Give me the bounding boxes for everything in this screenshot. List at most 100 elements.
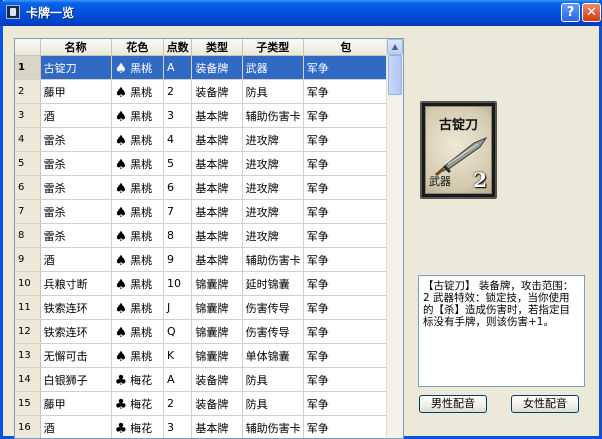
card-name-cell[interactable]: 白银狮子 (40, 367, 112, 392)
col-header-type[interactable]: 类型 (191, 39, 243, 56)
pack-cell[interactable]: 军争 (303, 343, 390, 368)
subtype-cell[interactable]: 进攻牌 (242, 127, 304, 152)
subtype-cell[interactable]: 防具 (242, 367, 304, 392)
subtype-cell[interactable]: 防具 (242, 79, 304, 104)
card-name-cell[interactable]: 无懈可击 (40, 343, 112, 368)
row-index[interactable]: 12 (15, 319, 41, 344)
type-cell[interactable]: 装备牌 (191, 367, 243, 392)
table-row[interactable]: 12 铁索连环 ♠ 黑桃 Q 锦囊牌 伤害传导 军争 (15, 319, 390, 344)
table-row[interactable]: 8 雷杀 ♠ 黑桃 8 基本牌 进攻牌 军争 (15, 223, 390, 248)
row-index[interactable]: 13 (15, 343, 41, 368)
type-cell[interactable]: 基本牌 (191, 223, 243, 248)
table-row[interactable]: 11 铁索连环 ♠ 黑桃 J 锦囊牌 伤害传导 军争 (15, 295, 390, 320)
suit-cell[interactable]: ♠ 黑桃 (111, 79, 165, 104)
table-row[interactable]: 7 雷杀 ♠ 黑桃 7 基本牌 进攻牌 军争 (15, 199, 390, 224)
point-cell[interactable]: K (163, 343, 193, 368)
subtype-cell[interactable]: 进攻牌 (242, 151, 304, 176)
row-index[interactable]: 8 (15, 223, 41, 248)
table-row[interactable]: 1 古锭刀 ♠ 黑桃 A 装备牌 武器 军争 (15, 55, 390, 80)
pack-cell[interactable]: 军争 (303, 223, 390, 248)
suit-cell[interactable]: ♠ 黑桃 (111, 55, 165, 80)
table-scrollbar[interactable]: ▲ (386, 39, 403, 438)
scroll-up-button[interactable]: ▲ (387, 39, 403, 55)
row-index[interactable]: 4 (15, 127, 41, 152)
suit-cell[interactable]: ♠ 黑桃 (111, 271, 165, 296)
point-cell[interactable]: 5 (163, 151, 193, 176)
card-name-cell[interactable]: 酒 (40, 415, 112, 438)
suit-cell[interactable]: ♠ 黑桃 (111, 103, 165, 128)
card-name-cell[interactable]: 酒 (40, 103, 112, 128)
type-cell[interactable]: 锦囊牌 (191, 271, 243, 296)
suit-cell[interactable]: ♠ 黑桃 (111, 127, 165, 152)
row-index[interactable]: 1 (15, 55, 41, 80)
card-name-cell[interactable]: 雷杀 (40, 223, 112, 248)
subtype-cell[interactable]: 防具 (242, 391, 304, 416)
subtype-cell[interactable]: 武器 (242, 55, 304, 80)
point-cell[interactable]: Q (163, 319, 193, 344)
row-index[interactable]: 9 (15, 247, 41, 272)
help-button[interactable]: ? (561, 3, 580, 22)
point-cell[interactable]: 3 (163, 103, 193, 128)
pack-cell[interactable]: 军争 (303, 295, 390, 320)
suit-cell[interactable]: ♣ 梅花 (111, 415, 165, 438)
subtype-cell[interactable]: 延时锦囊 (242, 271, 304, 296)
type-cell[interactable]: 锦囊牌 (191, 295, 243, 320)
type-cell[interactable]: 基本牌 (191, 151, 243, 176)
subtype-cell[interactable]: 辅助伤害卡 (242, 103, 304, 128)
suit-cell[interactable]: ♠ 黑桃 (111, 151, 165, 176)
female-voice-button[interactable]: 女性配音 (511, 395, 579, 413)
pack-cell[interactable]: 军争 (303, 79, 390, 104)
col-header-pack[interactable]: 包 (303, 39, 390, 56)
point-cell[interactable]: 3 (163, 415, 193, 438)
card-name-cell[interactable]: 雷杀 (40, 127, 112, 152)
close-button[interactable]: ✕ (582, 3, 601, 22)
pack-cell[interactable]: 军争 (303, 151, 390, 176)
table-row[interactable]: 4 雷杀 ♠ 黑桃 4 基本牌 进攻牌 军争 (15, 127, 390, 152)
suit-cell[interactable]: ♠ 黑桃 (111, 319, 165, 344)
col-header-subtype[interactable]: 子类型 (242, 39, 304, 56)
pack-cell[interactable]: 军争 (303, 367, 390, 392)
table-row[interactable]: 9 酒 ♠ 黑桃 9 基本牌 辅助伤害卡 军争 (15, 247, 390, 272)
card-name-cell[interactable]: 兵粮寸断 (40, 271, 112, 296)
type-cell[interactable]: 基本牌 (191, 247, 243, 272)
point-cell[interactable]: J (163, 295, 193, 320)
point-cell[interactable]: 10 (163, 271, 193, 296)
suit-cell[interactable]: ♠ 黑桃 (111, 295, 165, 320)
col-header-name[interactable]: 名称 (40, 39, 112, 56)
type-cell[interactable]: 基本牌 (191, 415, 243, 438)
point-cell[interactable]: 8 (163, 223, 193, 248)
pack-cell[interactable]: 军争 (303, 271, 390, 296)
suit-cell[interactable]: ♣ 梅花 (111, 367, 165, 392)
card-name-cell[interactable]: 铁索连环 (40, 295, 112, 320)
suit-cell[interactable]: ♠ 黑桃 (111, 247, 165, 272)
card-name-cell[interactable]: 藤甲 (40, 391, 112, 416)
subtype-cell[interactable]: 进攻牌 (242, 223, 304, 248)
table-row[interactable]: 6 雷杀 ♠ 黑桃 6 基本牌 进攻牌 军争 (15, 175, 390, 200)
type-cell[interactable]: 锦囊牌 (191, 319, 243, 344)
card-name-cell[interactable]: 雷杀 (40, 151, 112, 176)
suit-cell[interactable]: ♠ 黑桃 (111, 175, 165, 200)
point-cell[interactable]: A (163, 367, 193, 392)
suit-cell[interactable]: ♠ 黑桃 (111, 343, 165, 368)
male-voice-button[interactable]: 男性配音 (419, 395, 487, 413)
pack-cell[interactable]: 军争 (303, 175, 390, 200)
card-name-cell[interactable]: 雷杀 (40, 175, 112, 200)
card-name-cell[interactable]: 雷杀 (40, 199, 112, 224)
type-cell[interactable]: 锦囊牌 (191, 343, 243, 368)
row-index[interactable]: 5 (15, 151, 41, 176)
type-cell[interactable]: 基本牌 (191, 103, 243, 128)
point-cell[interactable]: 2 (163, 79, 193, 104)
row-index[interactable]: 2 (15, 79, 41, 104)
card-name-cell[interactable]: 铁索连环 (40, 319, 112, 344)
subtype-cell[interactable]: 伤害传导 (242, 319, 304, 344)
row-index[interactable]: 15 (15, 391, 41, 416)
suit-cell[interactable]: ♠ 黑桃 (111, 199, 165, 224)
pack-cell[interactable]: 军争 (303, 415, 390, 438)
pack-cell[interactable]: 军争 (303, 103, 390, 128)
table-row[interactable]: 2 藤甲 ♠ 黑桃 2 装备牌 防具 军争 (15, 79, 390, 104)
pack-cell[interactable]: 军争 (303, 199, 390, 224)
table-row[interactable]: 16 酒 ♣ 梅花 3 基本牌 辅助伤害卡 军争 (15, 415, 390, 438)
subtype-cell[interactable]: 伤害传导 (242, 295, 304, 320)
pack-cell[interactable]: 军争 (303, 319, 390, 344)
point-cell[interactable]: 4 (163, 127, 193, 152)
